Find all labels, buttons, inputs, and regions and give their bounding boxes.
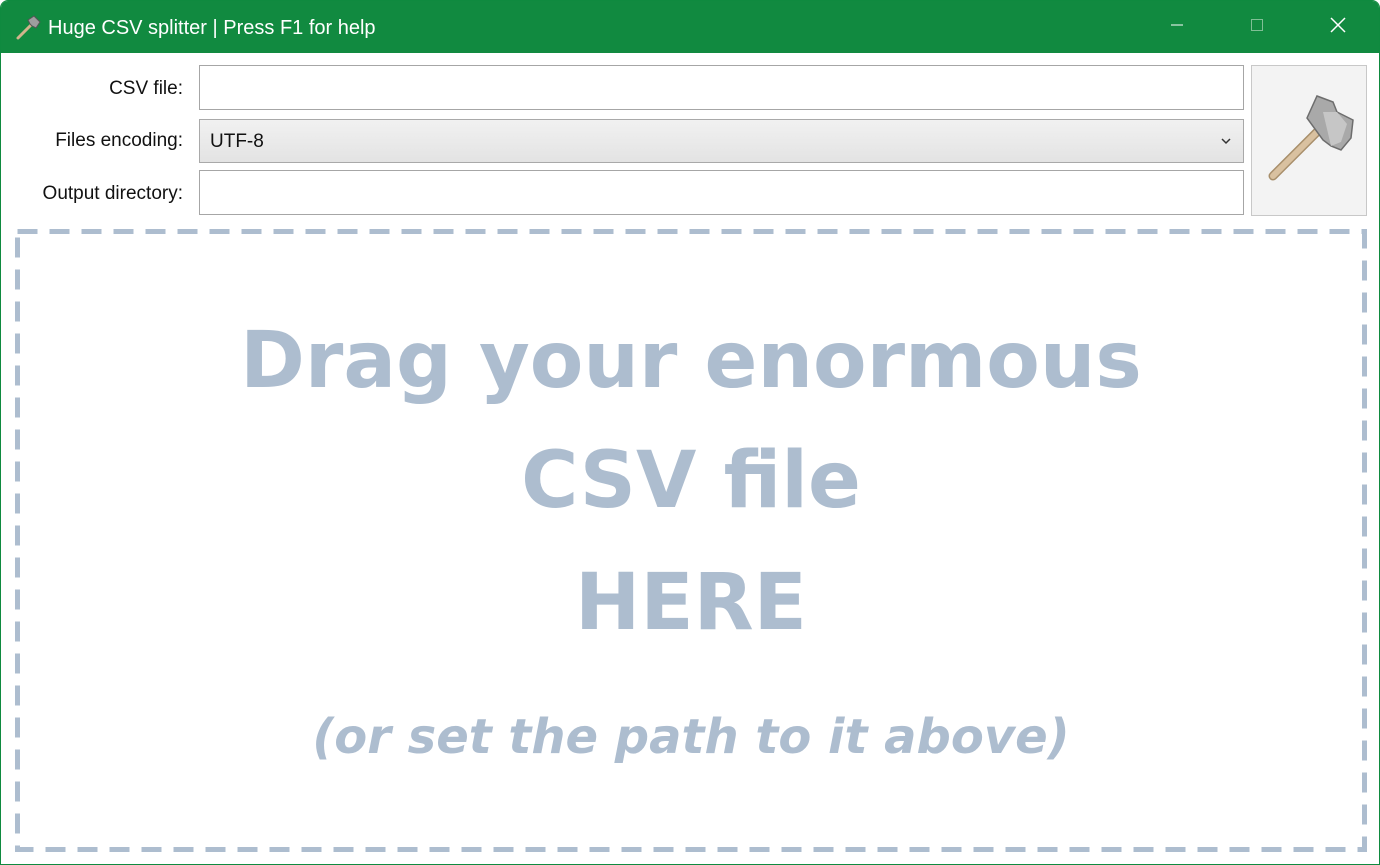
- title-bar[interactable]: Huge CSV splitter | Press F1 for help: [1, 1, 1379, 53]
- split-button[interactable]: [1251, 65, 1367, 216]
- output-directory-label: Output directory:: [42, 183, 183, 204]
- window-title: Huge CSV splitter | Press F1 for help: [48, 17, 376, 39]
- encoding-select[interactable]: UTF-8: [199, 119, 1244, 163]
- csv-file-label: CSV file:: [109, 78, 183, 99]
- encoding-label: Files encoding:: [55, 130, 183, 151]
- drop-line-3: HERE: [575, 558, 807, 648]
- maximize-button[interactable]: [1217, 1, 1297, 53]
- output-directory-input[interactable]: [199, 170, 1244, 215]
- close-button[interactable]: [1298, 1, 1378, 53]
- maximize-icon: [1250, 18, 1264, 37]
- close-icon: [1330, 16, 1346, 38]
- minimize-button[interactable]: [1137, 1, 1217, 53]
- chevron-down-icon: [1219, 134, 1233, 148]
- axe-icon: [1261, 90, 1357, 191]
- drop-zone[interactable]: Drag your enormous CSV file HERE (or set…: [15, 229, 1367, 852]
- axe-icon: [14, 14, 42, 42]
- drop-line-2: CSV file: [521, 436, 861, 526]
- csv-file-input[interactable]: [199, 65, 1244, 110]
- drop-hint: (or set the path to it above): [312, 709, 1070, 765]
- app-window: Huge CSV splitter | Press F1 for help CS…: [0, 0, 1380, 865]
- encoding-value: UTF-8: [210, 131, 264, 152]
- drop-line-1: Drag your enormous: [240, 316, 1142, 406]
- minimize-icon: [1170, 18, 1184, 37]
